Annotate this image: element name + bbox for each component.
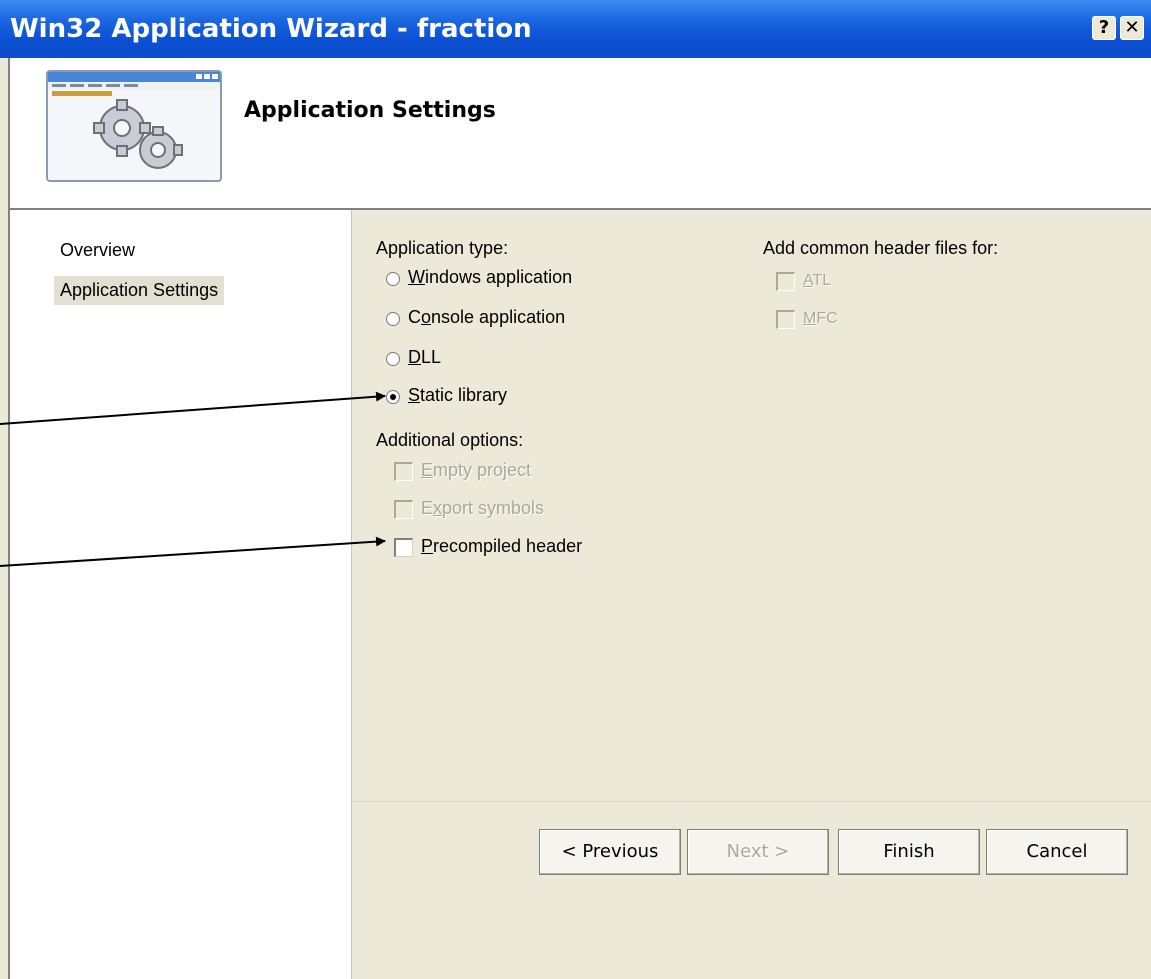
arrow-precompiled-header bbox=[0, 536, 386, 567]
arrow-static-library bbox=[0, 391, 386, 425]
annotation-arrows bbox=[0, 391, 386, 567]
wizard-window: Win32 Application Wizard - fraction ? ✕ … bbox=[0, 0, 1151, 979]
